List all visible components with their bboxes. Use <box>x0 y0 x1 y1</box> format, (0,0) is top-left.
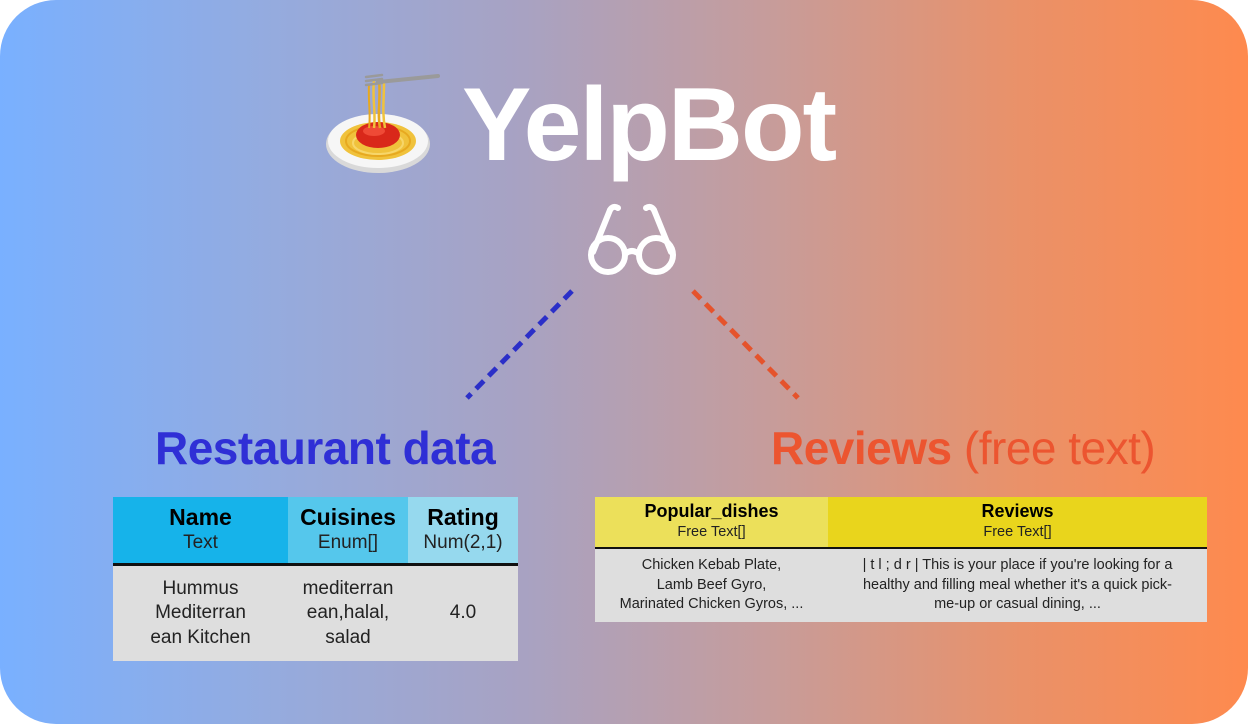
column-type: Free Text[] <box>983 524 1052 540</box>
cell-rating: 4.0 <box>408 564 518 661</box>
cell-line: | t l ; d r | This is your place if you'… <box>862 557 1173 574</box>
reviews-heading: Reviews (free text) <box>771 418 1156 478</box>
banner-card: YelpBot Restaurant data Reviews (free te… <box>0 0 1248 724</box>
reviews-heading-main: Reviews <box>771 422 952 474</box>
column-header-cuisines: Cuisines Enum[] <box>288 497 408 566</box>
column-type: Text <box>183 532 218 553</box>
app-title: YelpBot <box>462 67 837 183</box>
column-title: Reviews <box>981 501 1054 521</box>
cell-line: salad <box>325 626 371 648</box>
cell-cuisines: mediterran ean,halal, salad <box>288 564 408 661</box>
cell-line: Chicken Kebab Plate, <box>641 557 782 574</box>
column-title: Cuisines <box>300 504 396 530</box>
column-type: Free Text[] <box>677 524 746 540</box>
cell-line: Hummus <box>162 577 239 599</box>
column-title: Rating <box>427 504 499 530</box>
left-connector-line <box>465 289 574 400</box>
cell-line: ean,halal, <box>306 602 390 624</box>
cell-line: me-up or casual dining, ... <box>934 596 1101 613</box>
reviews-table: Popular_dishes Free Text[] Reviews Free … <box>595 497 1207 622</box>
reviews-heading-suffix: (free text) <box>963 422 1156 474</box>
spaghetti-icon <box>326 73 440 173</box>
column-header-name: Name Text <box>113 497 288 566</box>
table-header-row: Name Text Cuisines Enum[] Rating Num(2,1… <box>113 497 518 566</box>
title-block: YelpBot <box>322 60 922 190</box>
right-connector-line <box>691 289 800 400</box>
cell-line: Marinated Chicken Gyros, ... <box>619 596 804 613</box>
column-header-rating: Rating Num(2,1) <box>408 497 518 566</box>
table-row: Chicken Kebab Plate, Lamb Beef Gyro, Mar… <box>595 548 1207 622</box>
restaurant-table: Name Text Cuisines Enum[] Rating Num(2,1… <box>113 497 518 661</box>
cell-line: Mediterran <box>155 602 246 624</box>
restaurant-data-heading: Restaurant data <box>155 422 496 474</box>
cell-line: healthy and filling meal whether it's a … <box>862 576 1173 593</box>
column-header-popular-dishes: Popular_dishes Free Text[] <box>595 497 828 549</box>
cell-line: mediterran <box>302 577 394 599</box>
column-header-reviews: Reviews Free Text[] <box>828 497 1207 549</box>
column-title: Popular_dishes <box>644 501 779 521</box>
column-type: Enum[] <box>317 532 379 553</box>
glasses-icon <box>588 203 676 275</box>
table-header-row: Popular_dishes Free Text[] Reviews Free … <box>595 497 1207 549</box>
cell-line: ean Kitchen <box>150 626 251 648</box>
cell-reviews: | t l ; d r | This is your place if you'… <box>828 548 1207 622</box>
table-row: Hummus Mediterran ean Kitchen mediterran… <box>113 564 518 661</box>
column-type: Num(2,1) <box>423 532 503 553</box>
cell-name: Hummus Mediterran ean Kitchen <box>113 564 288 661</box>
column-title: Name <box>169 504 232 530</box>
cell-popular-dishes: Chicken Kebab Plate, Lamb Beef Gyro, Mar… <box>595 548 828 622</box>
cell-line: Lamb Beef Gyro, <box>656 576 767 593</box>
